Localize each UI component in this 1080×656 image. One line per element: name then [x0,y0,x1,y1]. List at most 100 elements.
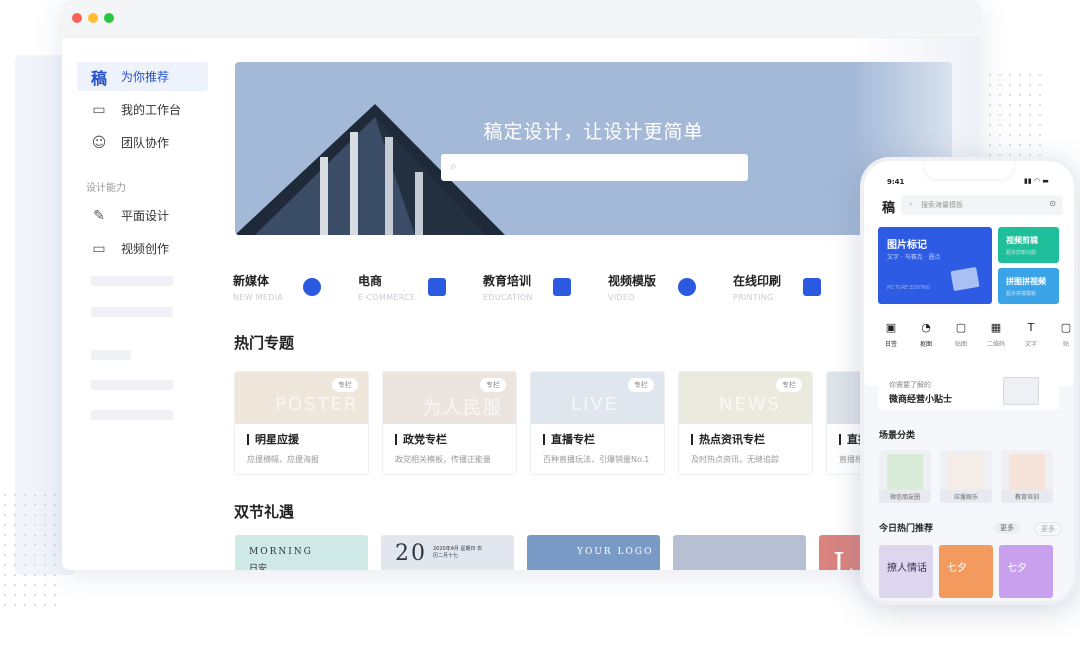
placeholder-line [91,410,173,420]
tip-small: 你需要了解的 [889,381,931,389]
more-button[interactable]: 更多 [994,522,1020,534]
tool-label: 日签 [884,341,897,348]
sidebar-item-team[interactable]: ☺ 团队协作 [77,128,208,157]
tool-text[interactable]: T 文字 [1014,321,1048,348]
topic-image: NEWS 专栏 [679,372,812,424]
search-icon: ⌕ [450,159,457,173]
hot-template[interactable]: 七夕 [999,545,1053,598]
card-sub: 超多拼接模板 [1006,291,1037,297]
phone-notch [924,161,1014,179]
tips-banner[interactable]: 你需要了解的 微商经营小贴士 [878,373,1059,410]
topic-tag: 专栏 [480,378,506,392]
festival-card[interactable]: MORNING 日安 [235,535,368,570]
topic-card[interactable]: POSTER 专栏 明星应援 应援横幅，应援海报 [234,371,369,475]
category-education[interactable]: 教育培训 EDUCATION [483,272,608,302]
topic-desc: 政党相关模板，传播正能量 [395,455,491,464]
topic-title: 政党专栏 [395,434,447,445]
film-reel-icon [678,278,696,296]
festival-text: 20 [395,541,427,566]
board-icon [553,278,571,296]
close-button[interactable] [72,13,82,23]
cutout-icon: ◔ [921,321,931,334]
chat-play-icon [303,278,321,296]
category-new-media[interactable]: 新媒体 NEW MEDIA [233,272,358,302]
more-button[interactable]: 更多 [1034,522,1062,536]
placeholder-line [91,276,173,286]
topic-card[interactable]: NEWS 专栏 热点资讯专栏 及时热点资讯，无缝追踪 [678,371,813,475]
video-camera-icon: ▭ [92,240,106,257]
category-name: 在线印刷 [733,274,782,288]
sidebar-item-recommend[interactable]: 稿 为你推荐 [77,62,208,91]
search-input[interactable]: ⌕ [441,154,748,181]
category-name: 新媒体 [233,274,270,288]
section-title-festival: 双节礼遇 [234,503,295,521]
scene-card[interactable]: 应援娱乐 [940,450,992,503]
section-label: 设计能力 [86,183,126,194]
sidebar-item-label: 团队协作 [121,136,170,150]
category-name: 电商 [358,274,383,288]
scene-card[interactable]: 微信朋友圈 [879,450,931,503]
picture-edit-card[interactable]: 图片标记 文字 · 马赛克 · 圈点 PICTURE EDITING [878,227,992,304]
users-icon: ☺ [91,134,107,151]
tool-cutout[interactable]: ◔ 抠图 [909,321,943,348]
scene-label: 微信朋友圈 [879,490,931,503]
sidebar-item-label: 平面设计 [121,209,170,223]
video-edit-card[interactable]: 视频剪辑 超多剪辑功能 [998,227,1059,263]
dot-pattern [985,70,1045,160]
tool-sticker[interactable]: ▢ 贴图 [944,321,978,348]
search-placeholder: 搜索海量模板 [921,201,963,209]
collage-card[interactable]: 拼图拼视频 超多拼接模板 [998,268,1059,304]
placeholder-line [91,350,131,360]
tool-sticker[interactable]: ▢ 贴 [1049,321,1074,348]
topic-card[interactable]: LIVE 专栏 直播专栏 百种直播玩法，引爆销量No.1 [530,371,665,475]
hot-template[interactable]: 撩人情话 [879,545,933,598]
scene-card[interactable]: 教育培训 [1001,450,1053,503]
topic-tag: 专栏 [332,378,358,392]
category-video[interactable]: 视频模版 VIDEO [608,272,733,302]
festival-card[interactable] [673,535,806,570]
festival-card[interactable]: YOUR LOGO [527,535,660,570]
festival-sub: 2020年4月 星期日 农历二月十七 [433,546,483,559]
placeholder-line [91,307,173,317]
monitor-icon: ▭ [92,101,106,118]
book-icon [1003,377,1039,405]
scene-title: 场景分类 [879,431,916,441]
maximize-button[interactable] [104,13,114,23]
tool-calendar[interactable]: ▣ 日签 [874,321,908,348]
sidebar-item-workspace[interactable]: ▭ 我的工作台 [77,95,208,124]
festival-text: L [833,547,855,570]
topic-card[interactable]: 为人民服务 专栏 政党专栏 政党相关模板，传播正能量 [382,371,517,475]
topic-desc: 及时热点资讯，无缝追踪 [691,455,779,464]
pen-icon: ✎ [93,207,105,224]
category-en: NEW MEDIA [233,293,284,302]
card-sub: 超多剪辑功能 [1006,250,1037,256]
tip-title: 微商经营小贴士 [889,395,953,405]
hero-banner: 稿定设计，让设计更简单 ⌕ [235,62,952,235]
festival-text: MORNING [249,547,313,557]
phone-search-input[interactable]: ⌕ 搜索海量模板 ⊙ [901,195,1063,215]
image-icon [950,266,980,292]
watermark-text: NEWS [719,394,782,415]
topic-title: 热点资讯专栏 [691,434,765,445]
category-ecommerce[interactable]: 电商 E-COMMERCE [358,272,483,302]
hot-template[interactable]: 七夕 [939,545,993,598]
scene-label: 应援娱乐 [940,490,992,503]
minimize-button[interactable] [88,13,98,23]
card-en: PICTURE EDITING [887,285,931,291]
banner-title: 稿定设计，让设计更简单 [483,121,704,143]
tool-label: 贴 [1062,341,1069,348]
tool-label: 抠图 [919,341,932,348]
sidebar-item-graphic-design[interactable]: ✎ 平面设计 [77,201,208,230]
topic-image: 为人民服务 专栏 [383,372,516,445]
sticker-icon: ▢ [1060,321,1072,334]
tool-qrcode[interactable]: ▦ 二维码 [979,321,1013,348]
sidebar-item-video[interactable]: ▭ 视频创作 [77,234,208,263]
scene-thumbnail [887,454,923,490]
category-printing[interactable]: 在线印刷 PRINTING [733,272,858,302]
status-time: 9:41 [887,178,905,186]
festival-card[interactable]: 20 2020年4月 星期日 农历二月十七 [381,535,514,570]
phone-mockup: 9:41 ▮▮ ◠ ▬ 稿 ⌕ 搜索海量模板 ⊙ 图片标记 文字 · 马赛克 ·… [860,157,1078,605]
cart-icon [428,278,446,296]
sidebar-item-label: 视频创作 [121,242,170,256]
gao-logo-icon: 稿 [90,68,107,88]
